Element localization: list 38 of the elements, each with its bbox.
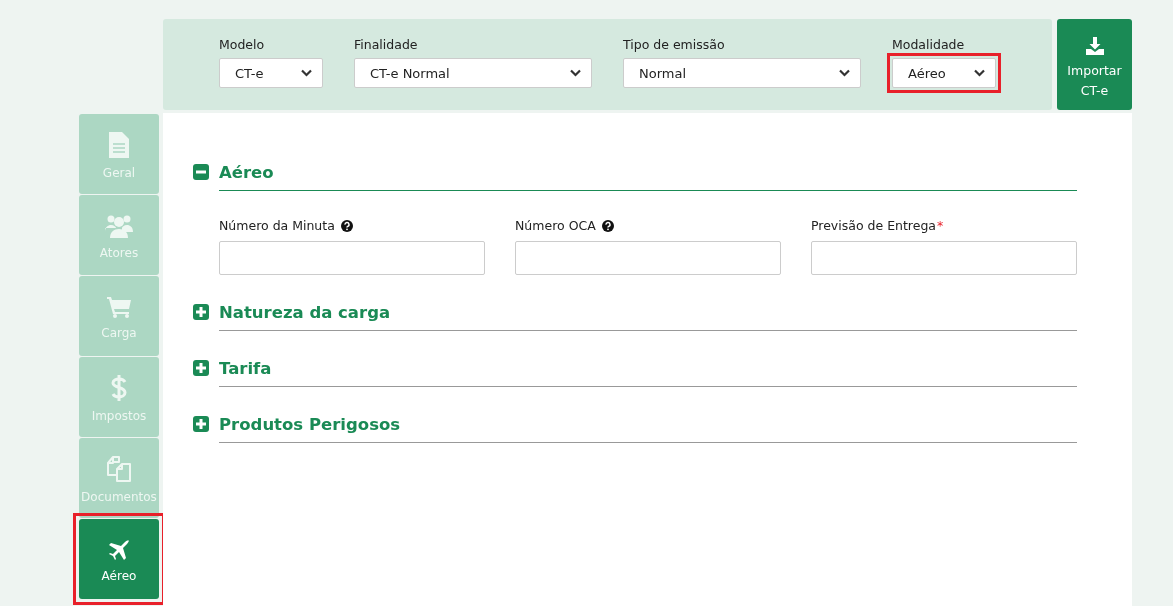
expand-icon[interactable] xyxy=(193,416,209,432)
section-title[interactable]: Tarifa xyxy=(219,358,272,378)
select-field[interactable]: CT-e xyxy=(219,58,323,88)
chevron-down-icon xyxy=(974,69,985,77)
chevron-down-icon xyxy=(839,69,850,77)
import-button[interactable]: Importar CT-e xyxy=(1057,19,1132,110)
select-field[interactable]: Normal xyxy=(623,58,861,88)
help-icon[interactable] xyxy=(340,219,353,232)
field-label: Número da Minuta xyxy=(219,218,335,233)
select-field[interactable]: Aéreo xyxy=(892,58,996,88)
sidebar-tab[interactable]: Aéreo xyxy=(79,519,159,599)
field-label: Modelo xyxy=(219,37,266,52)
section-title[interactable]: Aéreo xyxy=(219,162,274,182)
help-icon[interactable] xyxy=(601,219,614,232)
expand-icon[interactable] xyxy=(193,360,209,376)
input-field[interactable] xyxy=(219,241,485,275)
section-title[interactable]: Natureza da carga xyxy=(219,302,391,322)
input-field[interactable] xyxy=(515,241,781,275)
expand-icon[interactable] xyxy=(193,304,209,320)
select-field[interactable]: CT-e Normal xyxy=(354,58,592,88)
field-label: Finalidade xyxy=(354,37,419,52)
dollar-icon xyxy=(111,375,127,401)
airplane-icon xyxy=(107,539,131,561)
copy-icon xyxy=(106,456,132,482)
collapse-icon[interactable] xyxy=(193,164,209,180)
users-icon xyxy=(105,214,133,238)
required-mark: * xyxy=(937,218,944,233)
chevron-down-icon xyxy=(570,69,581,77)
section-title[interactable]: Produtos Perigosos xyxy=(219,414,401,434)
field-label: Tipo de emissão xyxy=(623,37,726,52)
field-label: Modalidade xyxy=(892,37,966,52)
download-icon xyxy=(1085,37,1104,56)
field-label: Previsão de Entrega xyxy=(811,218,936,233)
input-field[interactable] xyxy=(811,241,1077,275)
cart-icon xyxy=(107,296,131,318)
field-label: Número OCA xyxy=(515,218,596,233)
chevron-down-icon xyxy=(301,69,312,77)
document-icon xyxy=(109,132,129,158)
